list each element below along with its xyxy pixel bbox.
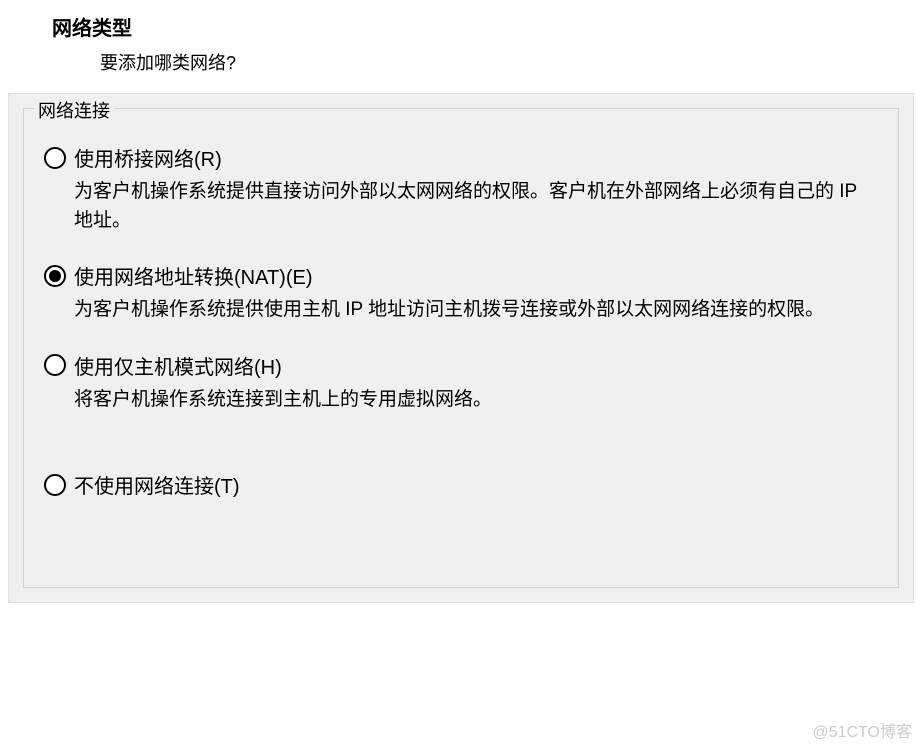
option-hostonly: 使用仅主机模式网络(H) 将客户机操作系统连接到主机上的专用虚拟网络。 bbox=[44, 351, 878, 415]
radio-none[interactable] bbox=[44, 474, 66, 496]
option-nat-row[interactable]: 使用网络地址转换(NAT)(E) bbox=[44, 261, 878, 290]
option-nat-label[interactable]: 使用网络地址转换(NAT)(E) bbox=[74, 261, 313, 290]
option-hostonly-desc: 将客户机操作系统连接到主机上的专用虚拟网络。 bbox=[74, 386, 878, 415]
option-bridged-label[interactable]: 使用桥接网络(R) bbox=[74, 143, 222, 172]
radio-dot-icon bbox=[49, 270, 61, 282]
fieldset-legend: 网络连接 bbox=[34, 97, 114, 123]
option-bridged-row[interactable]: 使用桥接网络(R) bbox=[44, 143, 878, 172]
option-hostonly-label[interactable]: 使用仅主机模式网络(H) bbox=[74, 351, 282, 380]
option-bridged: 使用桥接网络(R) 为客户机操作系统提供直接访问外部以太网网络的权限。客户机在外… bbox=[44, 143, 878, 235]
radio-nat[interactable] bbox=[44, 265, 66, 287]
option-bridged-desc: 为客户机操作系统提供直接访问外部以太网网络的权限。客户机在外部网络上必须有自己的… bbox=[74, 178, 878, 235]
option-none-row[interactable]: 不使用网络连接(T) bbox=[44, 470, 878, 499]
option-nat-desc: 为客户机操作系统提供使用主机 IP 地址访问主机拨号连接或外部以太网网络连接的权… bbox=[74, 296, 878, 325]
dialog-title: 网络类型 bbox=[52, 12, 922, 41]
option-none-label[interactable]: 不使用网络连接(T) bbox=[74, 470, 240, 499]
radio-hostonly[interactable] bbox=[44, 354, 66, 376]
dialog-header: 网络类型 要添加哪类网络? bbox=[0, 0, 922, 93]
dialog-content: 网络连接 使用桥接网络(R) 为客户机操作系统提供直接访问外部以太网网络的权限。… bbox=[8, 93, 914, 603]
dialog-subtitle: 要添加哪类网络? bbox=[100, 49, 922, 75]
network-connection-fieldset: 网络连接 使用桥接网络(R) 为客户机操作系统提供直接访问外部以太网网络的权限。… bbox=[23, 108, 899, 588]
option-hostonly-row[interactable]: 使用仅主机模式网络(H) bbox=[44, 351, 878, 380]
radio-bridged[interactable] bbox=[44, 147, 66, 169]
option-nat: 使用网络地址转换(NAT)(E) 为客户机操作系统提供使用主机 IP 地址访问主… bbox=[44, 261, 878, 325]
watermark: @51CTO博客 bbox=[812, 718, 912, 742]
option-none: 不使用网络连接(T) bbox=[44, 470, 878, 499]
